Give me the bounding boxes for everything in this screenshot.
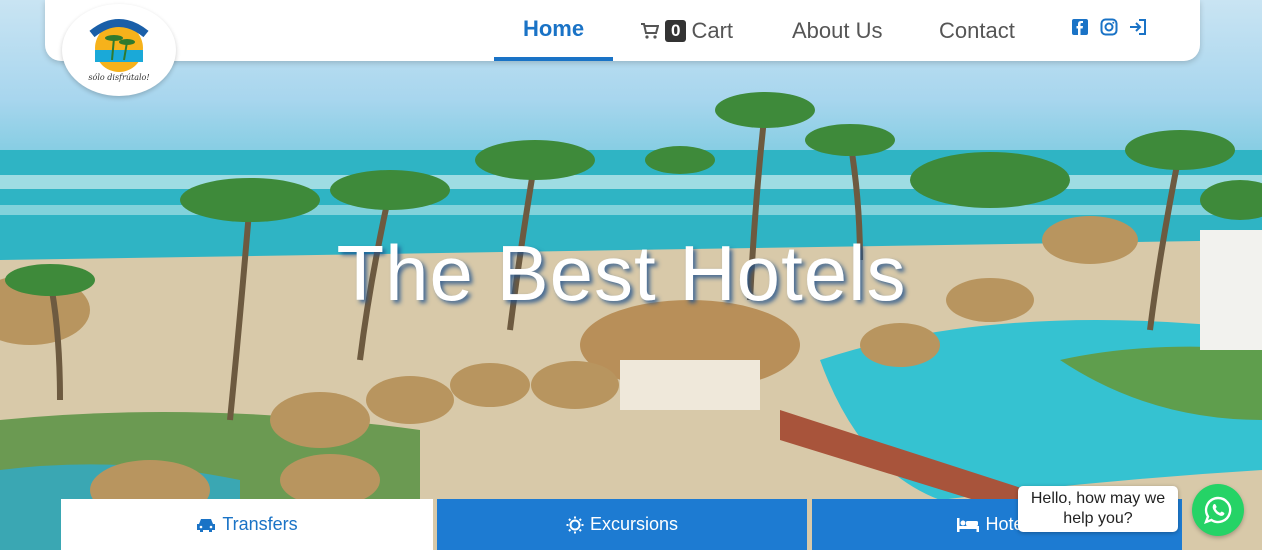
- tab-transfers[interactable]: Transfers: [61, 499, 433, 550]
- whatsapp-icon: [1203, 495, 1233, 525]
- login-icon[interactable]: [1129, 18, 1147, 36]
- nav-home-label: Home: [522, 15, 585, 41]
- nav-cart-link[interactable]: 0 Cart: [641, 0, 733, 61]
- cart-count-badge: 0: [665, 19, 687, 42]
- nav-contact-link[interactable]: Contact: [939, 0, 1015, 61]
- facebook-icon[interactable]: [1071, 18, 1089, 36]
- sun-icon: [566, 516, 584, 534]
- bed-icon: [957, 517, 980, 532]
- car-icon: [196, 517, 216, 533]
- nav-about-label: About Us: [792, 17, 883, 43]
- tab-excursions-label: Excursions: [589, 514, 679, 534]
- tab-transfers-label: Transfers: [222, 514, 298, 534]
- chat-greeting-bubble[interactable]: Hello, how may we help you?: [1018, 486, 1178, 532]
- logo-graphic: sólo disfrútalo!: [79, 10, 159, 90]
- cart-icon: [641, 22, 659, 39]
- nav-cart-label: Cart: [691, 17, 734, 43]
- nav-about-link[interactable]: About Us: [792, 0, 883, 61]
- nav-home-link[interactable]: Home: [494, 0, 613, 61]
- instagram-icon[interactable]: [1100, 18, 1118, 36]
- site-logo[interactable]: sólo disfrútalo!: [62, 4, 176, 96]
- top-navbar: [45, 0, 1200, 61]
- hero-headline: The Best Hotels: [336, 229, 907, 317]
- svg-text:sólo disfrútalo!: sólo disfrútalo!: [88, 73, 149, 82]
- tab-excursions[interactable]: Excursions: [437, 499, 807, 550]
- nav-contact-label: Contact: [939, 17, 1015, 43]
- whatsapp-button[interactable]: [1192, 484, 1244, 536]
